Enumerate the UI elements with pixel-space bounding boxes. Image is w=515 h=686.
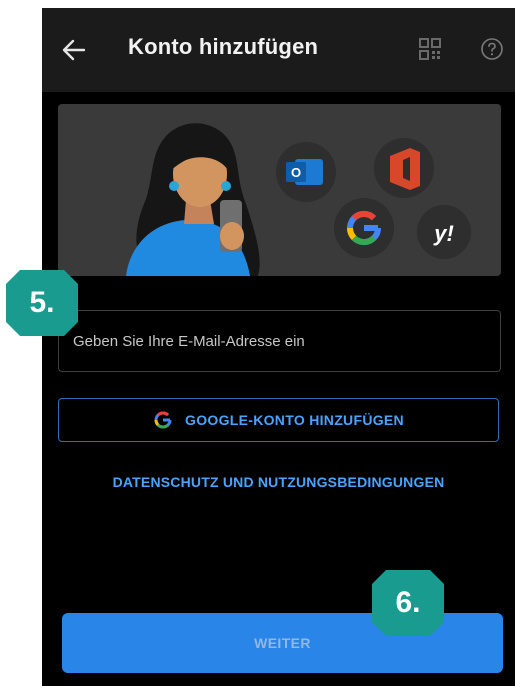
outlook-icon: O xyxy=(276,142,336,202)
hero-illustration: O y! xyxy=(58,104,501,276)
email-input[interactable] xyxy=(59,311,500,371)
help-button[interactable] xyxy=(480,37,504,61)
back-button[interactable] xyxy=(60,36,88,64)
svg-text:O: O xyxy=(291,165,301,180)
svg-text:y!: y! xyxy=(433,221,454,246)
next-button-label: WEITER xyxy=(254,635,311,651)
add-google-account-label: GOOGLE-KONTO HINZUFÜGEN xyxy=(185,412,404,428)
help-circle-icon xyxy=(481,38,503,60)
email-field[interactable] xyxy=(58,310,501,372)
office-icon xyxy=(374,138,434,198)
arrow-left-icon xyxy=(62,39,86,61)
phone-screen: Konto hinzufügen O y! Geben Sie Ihre E-M… xyxy=(42,8,515,686)
step-5-label: 5. xyxy=(29,286,55,319)
step-6-badge: 6. xyxy=(372,570,444,636)
qr-code-icon xyxy=(419,38,441,60)
step-6-label: 6. xyxy=(395,586,421,619)
page-title: Konto hinzufügen xyxy=(128,34,319,59)
yahoo-icon: y! xyxy=(417,205,471,259)
add-google-account-button[interactable]: GOOGLE-KONTO HINZUFÜGEN xyxy=(58,398,499,442)
google-icon xyxy=(334,198,394,258)
qr-scan-button[interactable] xyxy=(419,38,441,60)
google-g-icon xyxy=(154,411,172,429)
step-5-badge: 5. xyxy=(6,270,78,336)
app-bar: Konto hinzufügen xyxy=(42,8,515,92)
privacy-terms-link[interactable]: DATENSCHUTZ UND NUTZUNGSBEDINGUNGEN xyxy=(42,474,515,490)
hero-art: O y! xyxy=(126,123,471,276)
